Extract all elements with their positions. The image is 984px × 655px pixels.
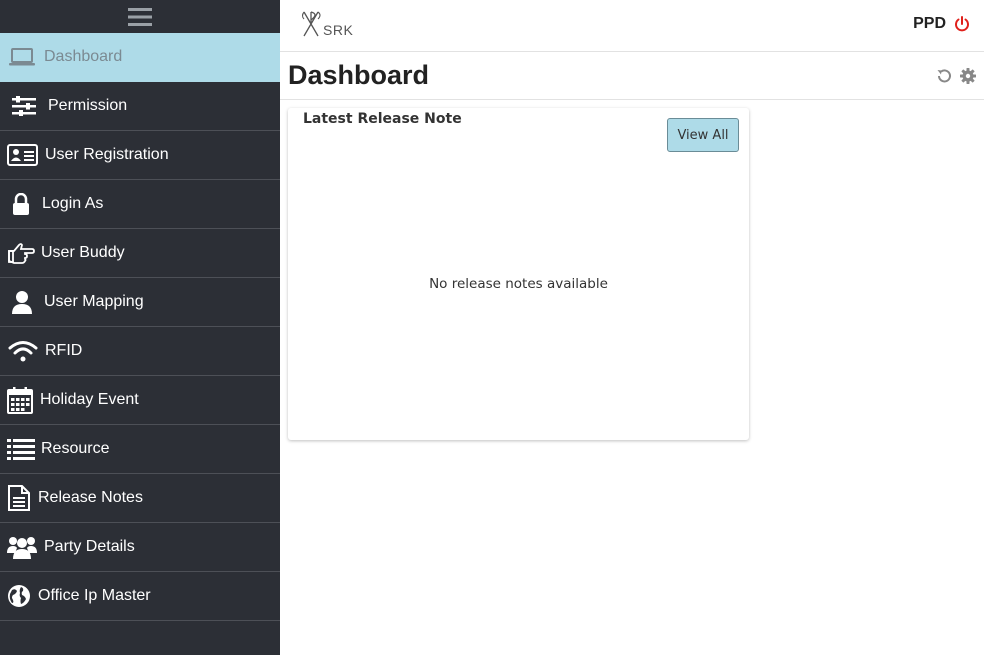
sidebar-item-label: Release Notes (38, 489, 143, 506)
sidebar-item-user-mapping[interactable]: User Mapping (0, 278, 280, 327)
refresh-icon[interactable] (936, 68, 952, 84)
sidebar-item-label: User Buddy (41, 244, 125, 261)
brand-logo[interactable]: SRK (300, 10, 353, 38)
empty-state-message: No release notes available (429, 276, 608, 292)
id-card-icon (0, 144, 45, 166)
user-icon (0, 290, 44, 314)
sidebar-item-holiday-event[interactable]: Holiday Event (0, 376, 280, 425)
user-menu: PPD (913, 15, 970, 33)
release-note-card: Latest Release Note View All No release … (288, 108, 749, 440)
list-icon (0, 438, 41, 460)
gear-icon[interactable] (960, 68, 976, 84)
laptop-icon (0, 47, 44, 67)
sidebar-item-label: Resource (41, 440, 110, 457)
users-icon (0, 535, 44, 559)
card-title: Latest Release Note (303, 111, 462, 127)
menu-toggle-button[interactable] (0, 0, 280, 33)
sliders-icon (0, 96, 48, 116)
sidebar-item-label: Permission (48, 97, 128, 114)
page-title: Dashboard (288, 60, 430, 90)
view-all-button[interactable]: View All (667, 118, 739, 152)
logo-text: SRK (323, 22, 354, 38)
sidebar: Dashboard Permission User Registration L… (0, 0, 280, 655)
calendar-icon (0, 386, 40, 414)
header-actions (936, 68, 976, 84)
hand-pointing-icon (0, 242, 41, 264)
sidebar-item-user-registration[interactable]: User Registration (0, 131, 280, 180)
top-bar: SRK PPD (280, 0, 984, 52)
sidebar-item-release-notes[interactable]: Release Notes (0, 474, 280, 523)
sidebar-item-resource[interactable]: Resource (0, 425, 280, 474)
page-header: Dashboard (280, 52, 984, 100)
sidebar-item-label: Dashboard (44, 48, 123, 65)
sidebar-item-label: User Registration (45, 146, 169, 163)
sidebar-item-label: RFID (45, 342, 83, 359)
wifi-icon (0, 340, 45, 362)
hamburger-icon (128, 7, 152, 26)
sidebar-item-label: Login As (42, 195, 104, 212)
globe-icon (0, 584, 38, 608)
sidebar-item-login-as[interactable]: Login As (0, 180, 280, 229)
document-icon (0, 485, 38, 511)
user-name: PPD (913, 15, 946, 32)
power-icon[interactable] (954, 16, 970, 32)
sidebar-item-dashboard[interactable]: Dashboard (0, 33, 280, 82)
sidebar-item-rfid[interactable]: RFID (0, 327, 280, 376)
sidebar-item-label: Holiday Event (40, 391, 139, 408)
sidebar-item-label: Party Details (44, 538, 135, 555)
lock-icon (0, 193, 42, 215)
sidebar-item-office-ip-master[interactable]: Office Ip Master (0, 572, 280, 621)
sidebar-item-user-buddy[interactable]: User Buddy (0, 229, 280, 278)
sidebar-item-permission[interactable]: Permission (0, 82, 280, 131)
sidebar-item-label: User Mapping (44, 293, 144, 310)
sidebar-item-label: Office Ip Master (38, 587, 151, 604)
sidebar-item-party-details[interactable]: Party Details (0, 523, 280, 572)
